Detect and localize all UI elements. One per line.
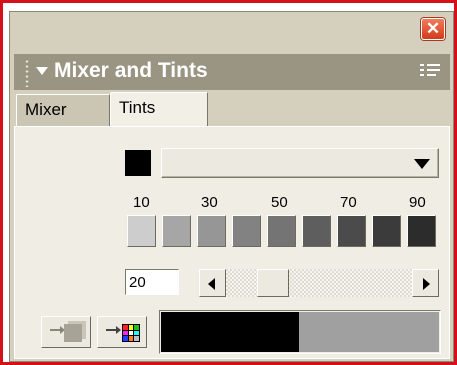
apply-tint-button[interactable] — [41, 316, 91, 348]
scale-label-90: 90 — [409, 194, 426, 211]
triangle-down-icon[interactable] — [36, 67, 48, 75]
tint-swatch-40[interactable] — [232, 215, 261, 247]
panel-tabs: Mixer Tints — [14, 90, 450, 126]
tint-swatch-50[interactable] — [267, 215, 296, 247]
scale-label-50: 50 — [271, 194, 288, 211]
screenshot-frame: ✕ Mixer and Tints Mixer Tints 10 30 50 7… — [0, 0, 457, 365]
preview-tint-color — [299, 312, 439, 352]
add-to-swatches-icon — [122, 324, 140, 342]
tab-tints[interactable]: Tints — [110, 92, 208, 126]
tint-swatch-90[interactable] — [407, 215, 436, 247]
arrow-right-icon — [423, 278, 430, 290]
dropdown-arrow-icon — [414, 159, 430, 169]
slider-track[interactable] — [226, 269, 412, 297]
apply-tint-icon — [64, 324, 82, 342]
preview-base-color — [161, 312, 299, 352]
tab-mixer[interactable]: Mixer — [16, 94, 110, 126]
scale-label-70: 70 — [340, 194, 357, 211]
tint-swatch-80[interactable] — [372, 215, 401, 247]
tint-slider[interactable] — [199, 269, 439, 297]
slider-thumb[interactable] — [256, 269, 289, 297]
add-to-swatches-button[interactable] — [97, 316, 147, 348]
panel-title-bar[interactable]: Mixer and Tints — [14, 54, 450, 90]
scale-label-10: 10 — [133, 194, 150, 211]
arrow-left-icon — [208, 278, 215, 290]
slider-decrease-button[interactable] — [199, 269, 226, 297]
panel-title: Mixer and Tints — [54, 59, 208, 82]
tint-swatch-70[interactable] — [337, 215, 366, 247]
tints-content: 10 30 50 70 90 — [14, 126, 450, 359]
options-menu-icon[interactable] — [420, 64, 440, 80]
tint-swatch-20[interactable] — [162, 215, 191, 247]
slider-increase-button[interactable] — [412, 269, 439, 297]
scale-label-30: 30 — [201, 194, 218, 211]
mixer-tints-panel: ✕ Mixer and Tints Mixer Tints 10 30 50 7… — [9, 11, 454, 362]
tint-percent-input[interactable] — [125, 269, 179, 295]
window-topbar: ✕ — [10, 12, 453, 48]
tint-swatch-60[interactable] — [302, 215, 331, 247]
add-arrow-icon — [106, 326, 121, 334]
base-color-dropdown[interactable] — [161, 148, 439, 178]
apply-arrow-icon — [50, 326, 65, 334]
tint-swatch-30[interactable] — [197, 215, 226, 247]
close-button[interactable]: ✕ — [421, 18, 445, 40]
tint-swatch-10[interactable] — [127, 215, 156, 247]
base-color-swatch[interactable] — [125, 150, 151, 176]
drag-grip-icon[interactable] — [24, 59, 30, 87]
close-icon: ✕ — [425, 19, 441, 38]
color-preview — [159, 310, 441, 354]
